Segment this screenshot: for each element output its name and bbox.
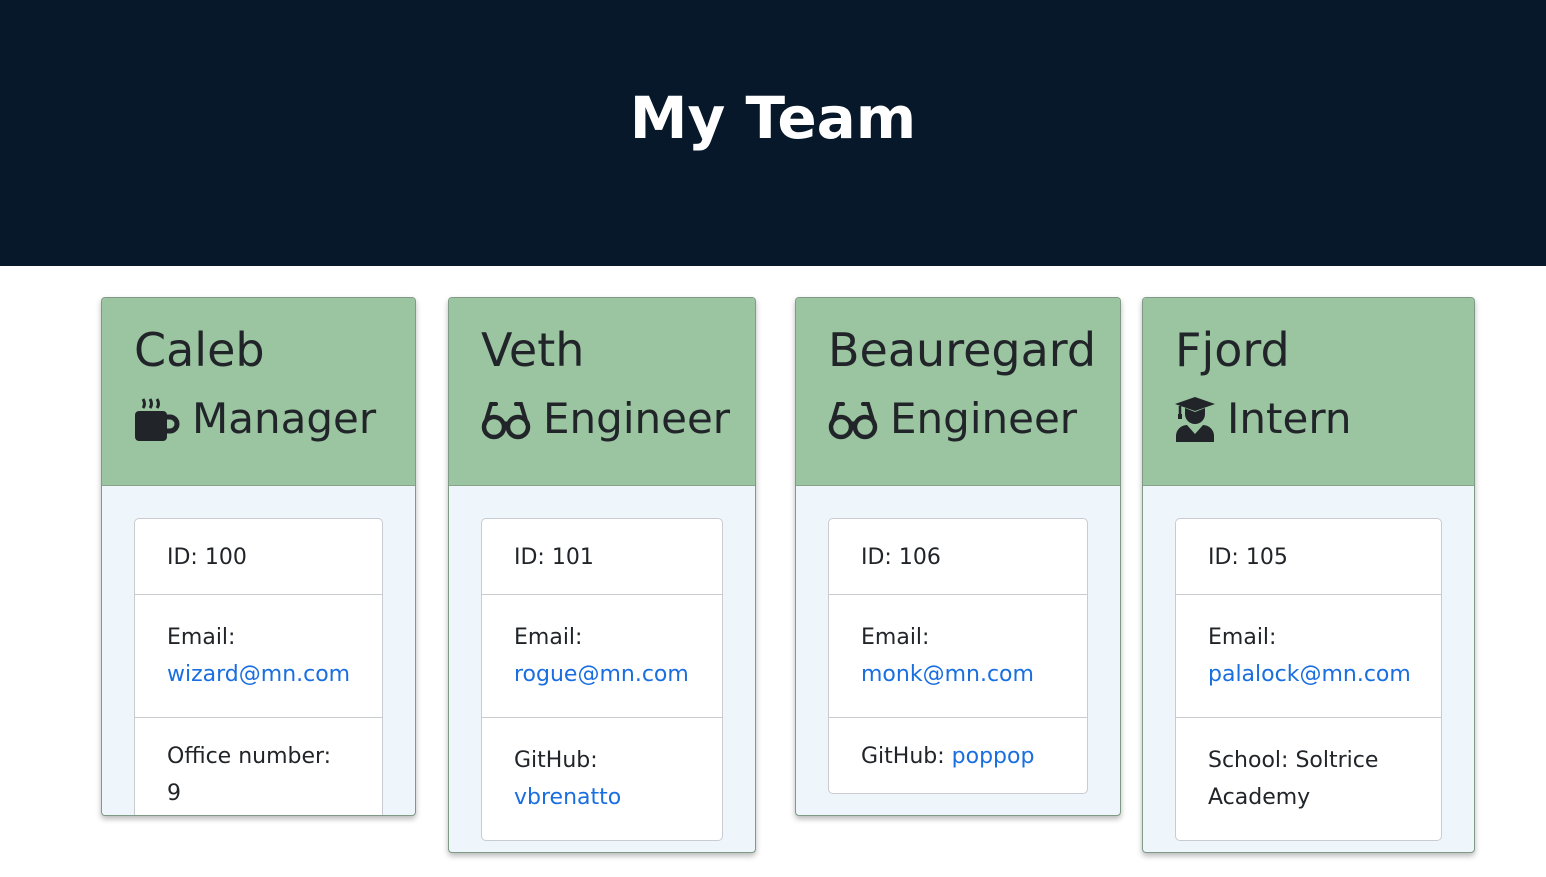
graduate-icon [1175, 397, 1215, 442]
github-item: GitHub: poppop [829, 717, 1087, 793]
employee-name: Veth [481, 323, 585, 377]
employee-name: Caleb [134, 323, 265, 377]
school-item: School: Soltrice Academy [1176, 717, 1441, 840]
page-title: My Team [629, 84, 917, 152]
github-item: GitHub: vbrenatto [482, 717, 722, 840]
info-list: ID: 106 Email: monk@mn.com GitHub: poppo… [828, 518, 1088, 794]
github-link[interactable]: vbrenatto [514, 785, 621, 810]
glasses-icon [828, 402, 878, 440]
page-header: My Team [0, 0, 1546, 266]
card-header: Caleb Manager [102, 298, 415, 486]
employee-role: Intern [1175, 394, 1474, 444]
id-item: ID: 100 [167, 545, 247, 570]
mug-icon [135, 398, 180, 441]
employee-name: Beauregard [828, 323, 1097, 377]
email-item: Email: palalock@mn.com [1176, 594, 1441, 717]
github-label: GitHub: [861, 744, 945, 769]
email-link[interactable]: rogue@mn.com [514, 662, 689, 687]
email-item: Email: monk@mn.com [829, 594, 1087, 717]
info-list: ID: 101 Email: rogue@mn.com GitHub: vbre… [481, 518, 723, 841]
card-header: Fjord Intern [1143, 298, 1474, 486]
employee-card-fjord: Fjord Intern ID: 105 Email: palalock@mn.… [1142, 297, 1475, 853]
info-list: ID: 100 Email: wizard@mn.com Office numb… [134, 518, 383, 815]
email-label: Email: [1208, 625, 1277, 650]
email-label: Email: [514, 625, 583, 650]
employee-role: Engineer [828, 394, 1120, 444]
employee-card-caleb: Caleb Manager ID: 100 Email: wizard@mn.c… [101, 297, 416, 816]
info-list: ID: 105 Email: palalock@mn.com School: S… [1175, 518, 1442, 841]
email-label: Email: [861, 625, 930, 650]
github-link[interactable]: poppop [952, 744, 1035, 769]
glasses-icon [481, 402, 531, 440]
employee-role: Manager [134, 394, 415, 444]
email-label: Email: [167, 625, 236, 650]
employee-card-beauregard: Beauregard Engineer ID: 106 Email: monk@… [795, 297, 1121, 816]
email-item: Email: wizard@mn.com [135, 594, 382, 717]
card-header: Beauregard Engineer [796, 298, 1120, 486]
id-item: ID: 105 [1208, 545, 1288, 570]
office-number-item: Office number: 9 [135, 717, 382, 815]
employee-card-veth: Veth Engineer ID: 101 Email: rogue@mn.co… [448, 297, 756, 853]
email-link[interactable]: monk@mn.com [861, 662, 1034, 687]
id-item: ID: 101 [514, 545, 594, 570]
email-link[interactable]: wizard@mn.com [167, 662, 350, 687]
employee-name: Fjord [1175, 323, 1290, 377]
email-link[interactable]: palalock@mn.com [1208, 662, 1411, 687]
card-header: Veth Engineer [449, 298, 755, 486]
employee-role: Engineer [481, 394, 755, 444]
id-item: ID: 106 [861, 545, 941, 570]
email-item: Email: rogue@mn.com [482, 594, 722, 717]
github-label: GitHub: [514, 748, 598, 773]
